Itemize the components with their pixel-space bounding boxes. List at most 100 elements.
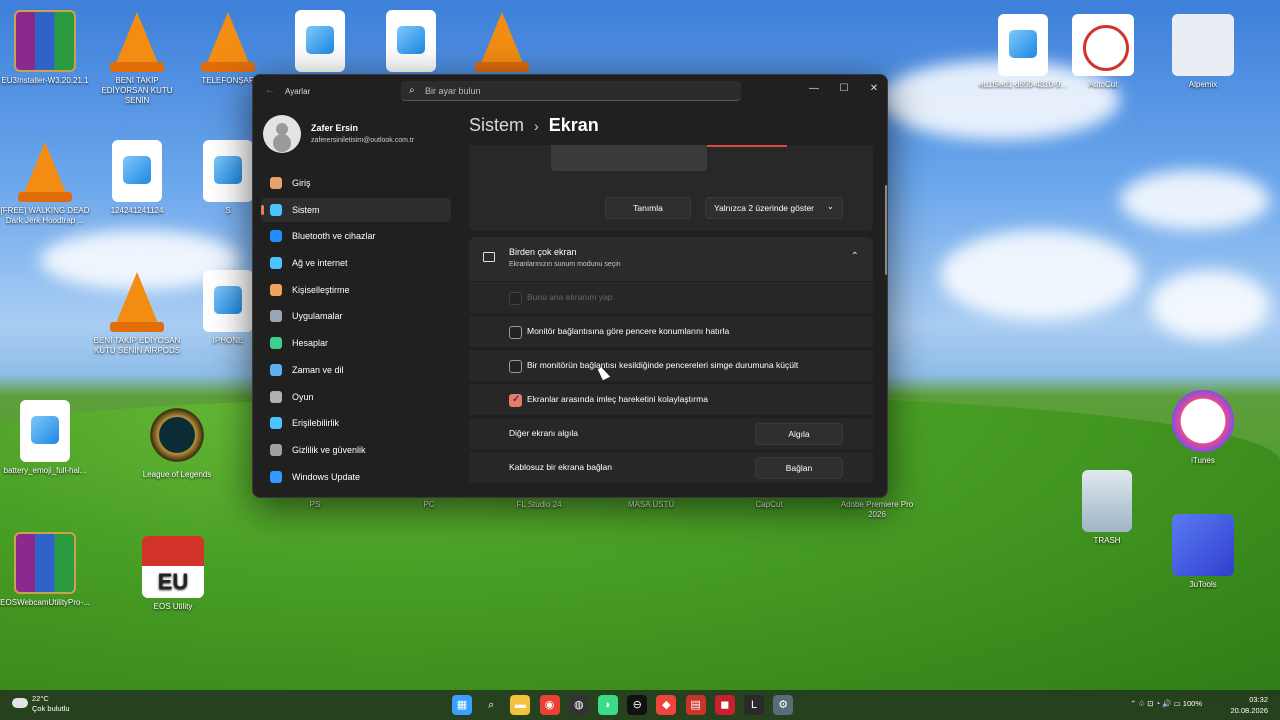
option-row: Bunu ana ekranım yap xyxy=(469,281,873,313)
breadcrumb-system[interactable]: Sistem xyxy=(469,115,524,135)
connect-button[interactable]: Bağlan xyxy=(755,457,843,479)
sidebar-item-label: Hesaplar xyxy=(292,338,329,349)
desktop-icon[interactable]: 3uTools xyxy=(1158,514,1248,590)
start-icon[interactable]: ▦ xyxy=(452,695,472,715)
clock-date: 20.08.2026 xyxy=(1230,706,1268,715)
sidebar-item[interactable]: Giriş xyxy=(261,171,451,195)
sidebar-item[interactable]: Uygulamalar xyxy=(261,304,451,328)
apps-icon xyxy=(270,310,282,323)
desktop-icon[interactable]: BENİ TAKİP EDİYOSAN KUTU SENİN AIRPODS xyxy=(92,270,182,356)
section-subtitle: Ekranlarınızın sunum modunu seçin xyxy=(509,261,621,268)
sidebar-item[interactable]: Ağ ve internet xyxy=(261,251,451,275)
search-input[interactable]: ⌕ Bir ayar bulun xyxy=(401,81,741,101)
rar-file-icon xyxy=(14,532,76,594)
back-arrow-icon[interactable]: ← xyxy=(265,85,275,96)
system-tray[interactable]: ⌃ ♧ ⊡ ◔ 🔊 ▭ 100% xyxy=(1130,699,1202,708)
desktop-icon[interactable]: TRASH xyxy=(1062,470,1152,546)
desktop-icon[interactable] xyxy=(457,10,547,76)
desktop-icon-label: Adobe Premiere Pro 2026 xyxy=(840,500,914,519)
monitor-1-tile[interactable] xyxy=(551,145,707,171)
cloud xyxy=(1120,170,1270,230)
settings-icon[interactable]: ⚙ xyxy=(773,695,794,715)
option-row: Ekranlar arasında imleç hareketini kolay… xyxy=(469,383,873,415)
show-only-dropdown[interactable]: Yalnızca 2 üzerinde göster ⌄ xyxy=(705,197,843,219)
app-red-icon[interactable]: ◼ xyxy=(714,695,735,715)
update-icon xyxy=(270,470,282,483)
lol-icon[interactable]: L xyxy=(744,695,764,715)
multi-display-header[interactable]: Birden çok ekran Ekranlarınızın sunum mo… xyxy=(469,237,873,281)
desktop-icon[interactable]: EU EOS Utility xyxy=(128,536,218,612)
desktop-icon[interactable]: battery_emoji_full-hal... xyxy=(0,400,90,476)
lol-file-icon xyxy=(146,404,208,466)
desktop-icon[interactable]: 124241241124 xyxy=(92,140,182,216)
search-icon[interactable]: ⌕ xyxy=(481,695,501,715)
close-button[interactable]: ✕ xyxy=(861,79,887,99)
obs-icon[interactable]: ◍ xyxy=(568,695,589,715)
title-bar: ← Ayarlar ⌕ Bir ayar bulun — ☐ ✕ xyxy=(253,75,887,107)
anydesk-icon[interactable]: ◆ xyxy=(656,695,677,715)
sidebar-item[interactable]: Windows Update xyxy=(261,465,451,489)
sidebar-item[interactable]: Kişiselleştirme xyxy=(261,278,451,302)
taskbar: 22°C Çok bulutlu ▦ ⌕ ▬ ◉ ◍ ◗ ⊖ ◆ ▤ ◼ L ⚙ ⌃ ♧ ⊡ ◔ 🔊 … xyxy=(0,690,1280,720)
chevron-right-icon: › xyxy=(534,118,539,134)
identify-button[interactable]: Tanımla xyxy=(605,197,691,219)
option-label: Bir monitörün bağlantısı kesildiğinde pe… xyxy=(527,360,799,370)
trash-file-icon xyxy=(1082,470,1132,532)
scrollbar[interactable] xyxy=(885,185,887,275)
capcut-icon[interactable]: ⊖ xyxy=(627,695,648,715)
sidebar-item[interactable]: Erişilebilirlik xyxy=(261,411,451,435)
chevron-up-icon[interactable]: ⌃ xyxy=(851,251,859,262)
page-title: Sistem › Ekran xyxy=(469,115,599,136)
cloud-icon xyxy=(12,698,28,708)
weather-widget[interactable]: 22°C Çok bulutlu xyxy=(12,694,70,714)
sidebar-item[interactable]: Bluetooth ve cihazlar xyxy=(261,224,451,248)
desktop-icon[interactable] xyxy=(366,10,456,76)
file-explorer-icon[interactable]: ▬ xyxy=(510,695,531,715)
sidebar-item[interactable]: Hesaplar xyxy=(261,331,451,355)
option-checkbox[interactable] xyxy=(509,326,522,339)
globe-clock-icon xyxy=(270,363,282,376)
desktop-icon-label: PC xyxy=(423,500,435,509)
vlc-file-icon xyxy=(106,10,168,72)
detect-button[interactable]: Algıla xyxy=(755,423,843,445)
chrome-icon[interactable]: ◉ xyxy=(539,695,560,715)
desktop-icon[interactable]: EU3Installer-W3.20.21.1 xyxy=(0,10,90,86)
sidebar-nav: Giriş Sistem Bluetooth ve cihazlar Ağ ve in… xyxy=(261,171,451,491)
desktop-icon[interactable]: AutoCut xyxy=(1058,14,1148,90)
sidebar-item[interactable]: Gizlilik ve güvenlik xyxy=(261,438,451,462)
sidebar-item-label: Gizlilik ve güvenlik xyxy=(292,444,366,455)
android-icon[interactable]: ◗ xyxy=(598,695,618,715)
sidebar-item[interactable]: Sistem xyxy=(261,197,451,222)
desktop-icon[interactable]: BENİ TAKİP EDİYORSAN KUTU SENİN xyxy=(92,10,182,106)
img-file-icon xyxy=(20,400,70,462)
desktop-icon-label: [FREE] WALKING DEAD Dark Jerk Hoodtrap .… xyxy=(0,206,90,225)
sidebar-item[interactable]: Oyun xyxy=(261,385,451,409)
desktop-icon[interactable] xyxy=(275,10,365,76)
sidebar-item[interactable]: Zaman ve dil xyxy=(261,358,451,382)
desktop-icon[interactable]: Alpemix xyxy=(1158,14,1248,90)
desktop-icon[interactable]: League of Legends xyxy=(132,404,222,480)
calendar-icon[interactable]: ▤ xyxy=(685,695,706,715)
alp-file-icon xyxy=(1172,14,1234,76)
3u-file-icon xyxy=(1172,514,1234,576)
gamepad-icon xyxy=(270,390,282,403)
desktop-icon-label: 124241241124 xyxy=(110,206,164,215)
chevron-down-icon: ⌄ xyxy=(826,201,834,211)
desktop-icon[interactable]: eb1f9ed1-d650-4310-9... xyxy=(978,14,1068,90)
monitor-2-tile[interactable] xyxy=(707,145,787,147)
option-checkbox[interactable] xyxy=(509,360,522,373)
desktop-icon[interactable]: EOSWebcamUtilityPro-... xyxy=(0,532,90,608)
desktop-icon-label: AutoCut xyxy=(1088,80,1118,89)
maximize-button[interactable]: ☐ xyxy=(831,79,857,99)
section-title: Birden çok ekran xyxy=(509,247,577,257)
desktop-icon[interactable]: iTunes xyxy=(1158,390,1248,466)
minimize-button[interactable]: — xyxy=(801,79,827,99)
desktop-icon-label: EOSWebcamUtilityPro-... xyxy=(0,598,90,607)
app-title: Ayarlar xyxy=(285,87,311,96)
rar-file-icon xyxy=(14,10,76,72)
option-checkbox[interactable] xyxy=(509,394,522,407)
itunes-file-icon xyxy=(1172,390,1234,452)
desktop-icon[interactable]: [FREE] WALKING DEAD Dark Jerk Hoodtrap .… xyxy=(0,140,90,226)
clock[interactable]: 03:32 20.08.2026 xyxy=(1230,694,1268,716)
user-name: Zafer Ersin xyxy=(311,123,359,133)
